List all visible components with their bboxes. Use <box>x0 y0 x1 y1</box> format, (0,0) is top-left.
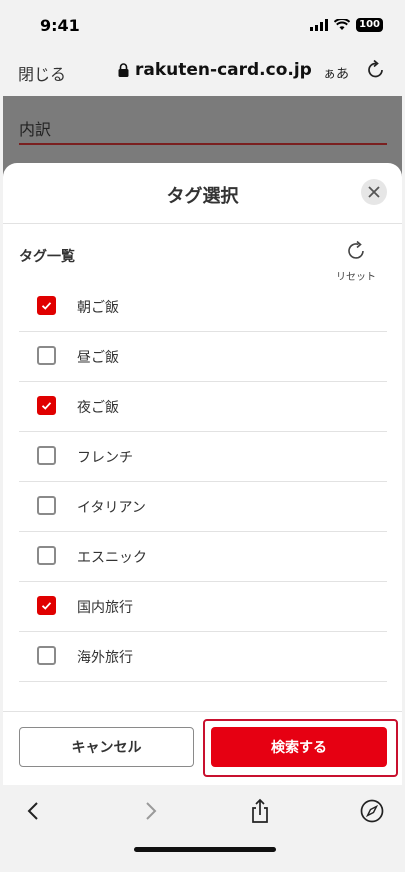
cancel-button[interactable]: キャンセル <box>19 727 194 767</box>
tag-label: 海外旅行 <box>77 650 133 666</box>
sheet-footer: キャンセル 検索する <box>3 711 402 786</box>
search-button[interactable]: 検索する <box>211 727 387 767</box>
lock-icon <box>118 63 129 77</box>
tag-checkbox[interactable] <box>37 646 56 665</box>
reset-label: リセット <box>336 272 376 283</box>
close-browser-button[interactable]: 閉じる <box>18 61 66 85</box>
tag-label: フレンチ <box>77 450 133 466</box>
checkmark-icon <box>41 602 52 610</box>
breakdown-label: 内訳 <box>19 120 52 139</box>
tag-row[interactable]: 朝ご飯 <box>19 282 387 332</box>
status-bar: 9:41 100 <box>0 0 405 50</box>
status-icons: 100 <box>310 17 383 33</box>
tag-checkbox[interactable] <box>37 346 56 365</box>
tag-row[interactable]: 国内旅行 <box>19 582 387 632</box>
tag-label: 国内旅行 <box>77 600 133 616</box>
breakdown-underline <box>19 143 387 145</box>
tag-checkbox[interactable] <box>37 546 56 565</box>
tag-checkbox[interactable] <box>37 496 56 515</box>
browser-bar: 閉じる rakuten-card.co.jp ぁあ <box>0 50 405 94</box>
sheet-close-button[interactable] <box>361 179 387 205</box>
tag-row[interactable]: 夜ご飯 <box>19 382 387 432</box>
tag-row[interactable]: エスニック <box>19 532 387 582</box>
wifi-icon <box>334 19 351 30</box>
compass-icon[interactable] <box>359 798 385 824</box>
tag-row[interactable]: フレンチ <box>19 432 387 482</box>
reload-icon[interactable] <box>365 59 387 81</box>
tag-label: イタリアン <box>77 500 146 516</box>
url-text: rakuten-card.co.jp <box>135 60 312 80</box>
share-icon[interactable] <box>247 798 273 824</box>
tag-list: 朝ご飯昼ご飯夜ご飯フレンチイタリアンエスニック国内旅行海外旅行 <box>19 282 387 682</box>
text-size-button[interactable]: ぁあ <box>323 63 349 82</box>
checkmark-icon <box>41 302 52 310</box>
tag-label: 夜ご飯 <box>77 400 119 416</box>
tag-checkbox[interactable] <box>37 596 56 615</box>
reset-button[interactable]: リセット <box>332 240 380 283</box>
status-time: 9:41 <box>40 16 80 35</box>
browser-toolbar <box>3 785 402 863</box>
tag-row[interactable]: イタリアン <box>19 482 387 532</box>
tag-row[interactable]: 海外旅行 <box>19 632 387 682</box>
tag-label: 昼ご飯 <box>77 350 119 366</box>
tag-label: 朝ご飯 <box>77 300 119 316</box>
tag-checkbox[interactable] <box>37 446 56 465</box>
tag-row[interactable]: 昼ご飯 <box>19 332 387 382</box>
back-icon[interactable] <box>21 798 47 824</box>
reset-icon <box>348 240 364 259</box>
tag-checkbox[interactable] <box>37 396 56 415</box>
tag-select-sheet: タグ選択 タグ一覧 リセット 朝ご飯昼ご飯夜ご飯フレンチイタリアンエスニック国内… <box>3 163 402 863</box>
checkmark-icon <box>41 402 52 410</box>
signal-icon <box>310 19 329 31</box>
sheet-title: タグ選択 <box>166 186 239 207</box>
tag-label: エスニック <box>77 550 147 566</box>
url-bar[interactable]: rakuten-card.co.jp <box>118 60 312 80</box>
close-icon <box>368 186 380 198</box>
battery-indicator: 100 <box>356 18 383 32</box>
tag-list-title: タグ一覧 <box>19 249 75 265</box>
sheet-header: タグ選択 <box>3 163 402 224</box>
forward-icon[interactable] <box>137 798 163 824</box>
home-indicator <box>134 847 276 852</box>
tag-list-header: タグ一覧 リセット <box>3 224 402 283</box>
tag-checkbox[interactable] <box>37 296 56 315</box>
